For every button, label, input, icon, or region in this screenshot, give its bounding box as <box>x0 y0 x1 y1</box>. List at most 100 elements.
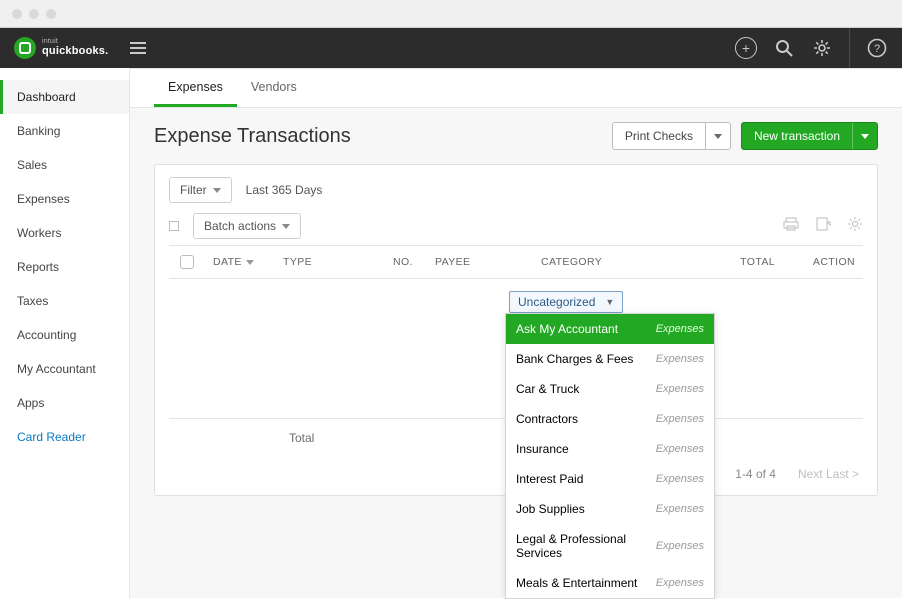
topbar-divider <box>849 28 850 68</box>
category-option-group: Expenses <box>656 443 704 455</box>
sidebar-item-label: Card Reader <box>17 430 86 444</box>
category-option-group: Expenses <box>656 383 704 395</box>
sidebar-item-label: Reports <box>17 260 59 274</box>
table-settings-gear-icon[interactable] <box>847 216 863 237</box>
new-transaction-button[interactable]: New transaction <box>741 122 878 150</box>
category-option[interactable]: Legal & Professional ServicesExpenses <box>506 524 714 568</box>
qb-logo-icon <box>14 37 36 59</box>
print-icon[interactable] <box>783 216 799 237</box>
chevron-down-icon[interactable] <box>706 123 730 149</box>
sidebar-item-card-reader[interactable]: Card Reader <box>0 420 129 454</box>
transactions-panel: Filter Last 365 Days Batch actions <box>154 164 878 496</box>
category-option-name: Bank Charges & Fees <box>516 352 633 366</box>
sidebar-item-label: Apps <box>17 396 44 410</box>
sidebar-item-label: Taxes <box>17 294 48 308</box>
batch-row: Batch actions <box>169 213 863 239</box>
tab-vendors[interactable]: Vendors <box>237 70 311 107</box>
subtabs: Expenses Vendors <box>130 68 902 108</box>
category-option-group: Expenses <box>656 577 704 589</box>
category-option[interactable]: Job Supplies Expenses <box>506 494 714 524</box>
category-option-group: Expenses <box>656 413 704 425</box>
sidebar-item-label: Banking <box>17 124 60 138</box>
sidebar-item-apps[interactable]: Apps <box>0 386 129 420</box>
table-tools <box>783 216 863 237</box>
category-option-group: Expenses <box>656 473 704 485</box>
select-mode-icon[interactable] <box>169 221 179 231</box>
total-label: Total <box>289 431 314 445</box>
traffic-light-close[interactable] <box>12 9 22 19</box>
col-action: ACTION <box>783 256 863 268</box>
sidebar-item-my-accountant[interactable]: My Accountant <box>0 352 129 386</box>
global-create-icon[interactable]: + <box>735 37 757 59</box>
page-range: 1-4 of 4 <box>735 467 776 481</box>
page-title: Expense Transactions <box>154 125 351 148</box>
category-option[interactable]: Car & Truck Expenses <box>506 374 714 404</box>
category-option[interactable]: ContractorsExpenses <box>506 404 714 434</box>
sidebar-item-taxes[interactable]: Taxes <box>0 284 129 318</box>
chevron-down-icon[interactable] <box>853 123 877 149</box>
col-total[interactable]: TOTAL <box>683 256 783 268</box>
table-header: DATE TYPE NO. PAYEE CATEGORY TOTAL ACTIO… <box>169 245 863 279</box>
sidebar-item-expenses[interactable]: Expenses <box>0 182 129 216</box>
category-option[interactable]: Meals & Entertainment Expenses <box>506 568 714 598</box>
col-type[interactable]: TYPE <box>275 256 385 268</box>
app-topbar: intuit quickbooks. + ? <box>0 28 902 68</box>
chevron-down-icon <box>213 188 221 193</box>
category-option-name: Job Supplies <box>516 502 585 516</box>
category-option-group: Expenses <box>656 503 704 515</box>
select-all-checkbox[interactable] <box>180 255 194 269</box>
category-option-name: Car & Truck <box>516 382 579 396</box>
sidebar-item-dashboard[interactable]: Dashboard <box>0 80 129 114</box>
sidebar-item-workers[interactable]: Workers <box>0 216 129 250</box>
filter-row: Filter Last 365 Days <box>169 177 863 203</box>
help-icon[interactable]: ? <box>866 37 888 59</box>
sidebar-item-label: Workers <box>17 226 61 240</box>
category-option-group: Expenses <box>656 540 704 552</box>
chevron-down-icon <box>282 224 290 229</box>
col-date[interactable]: DATE <box>205 256 275 268</box>
left-sidebar: Dashboard Banking Sales Expenses Workers… <box>0 68 130 598</box>
col-no[interactable]: NO. <box>385 256 427 268</box>
batch-actions-button[interactable]: Batch actions <box>193 213 301 239</box>
traffic-light-min[interactable] <box>29 9 39 19</box>
category-option-group: Expenses <box>656 323 704 335</box>
sidebar-item-label: Dashboard <box>17 90 76 104</box>
sidebar-item-sales[interactable]: Sales <box>0 148 129 182</box>
sidebar-item-label: My Accountant <box>17 362 96 376</box>
next-last-link[interactable]: Next Last > <box>798 467 859 481</box>
category-option[interactable]: InsuranceExpenses <box>506 434 714 464</box>
settings-gear-icon[interactable] <box>811 37 833 59</box>
tab-label: Expenses <box>168 80 223 94</box>
svg-text:?: ? <box>874 43 880 55</box>
sidebar-item-accounting[interactable]: Accounting <box>0 318 129 352</box>
print-checks-button[interactable]: Print Checks <box>612 122 731 150</box>
category-option[interactable]: Ask My Accountant Expenses <box>506 314 714 344</box>
button-label: Filter <box>180 183 207 197</box>
tab-expenses[interactable]: Expenses <box>154 70 237 107</box>
filter-button[interactable]: Filter <box>169 177 232 203</box>
sort-desc-icon <box>246 260 254 265</box>
category-option-name: Meals & Entertainment <box>516 576 637 590</box>
category-option[interactable]: Interest PaidExpenses <box>506 464 714 494</box>
export-icon[interactable] <box>815 216 831 237</box>
button-label: New transaction <box>742 123 853 149</box>
page-header: Expense Transactions Print Checks New tr… <box>130 108 902 164</box>
col-payee[interactable]: PAYEE <box>427 256 533 268</box>
tab-label: Vendors <box>251 80 297 94</box>
sidebar-item-reports[interactable]: Reports <box>0 250 129 284</box>
category-select[interactable]: Uncategorized ▼ <box>509 291 623 313</box>
menu-toggle-icon[interactable] <box>130 42 146 54</box>
sidebar-item-banking[interactable]: Banking <box>0 114 129 148</box>
sidebar-item-label: Expenses <box>17 192 70 206</box>
traffic-light-max[interactable] <box>46 9 56 19</box>
category-option-group: Expenses <box>656 353 704 365</box>
search-icon[interactable] <box>773 37 795 59</box>
brand-product: quickbooks. <box>42 45 108 57</box>
button-label: Print Checks <box>613 123 706 149</box>
category-option-name: Ask My Accountant <box>516 322 618 336</box>
sidebar-item-label: Sales <box>17 158 47 172</box>
col-label: DATE <box>213 256 242 268</box>
col-category[interactable]: CATEGORY <box>533 256 683 268</box>
category-option[interactable]: Bank Charges & Fees Expenses <box>506 344 714 374</box>
window-titlebar <box>0 0 902 28</box>
